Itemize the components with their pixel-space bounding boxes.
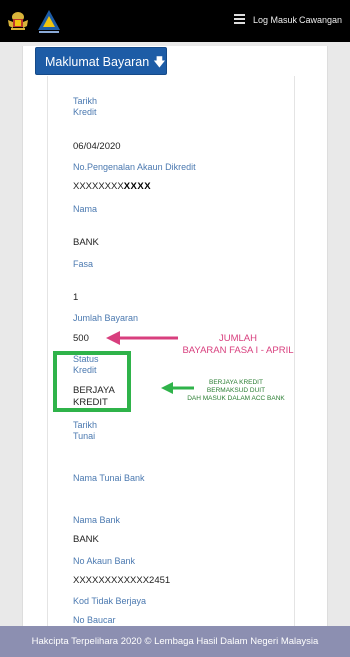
hamburger-menu-icon[interactable] xyxy=(234,14,245,24)
top-navbar: Log Masuk Cawangan xyxy=(0,0,350,42)
no-baucar-label: No Baucar xyxy=(73,615,116,625)
malaysia-crest-icon[interactable] xyxy=(7,8,29,32)
kod-tidak-berjaya-label: Kod Tidak Berjaya xyxy=(73,596,147,606)
log-masuk-link[interactable]: Log Masuk xyxy=(253,15,297,25)
tarikh-kredit-value: 06/04/2020 xyxy=(73,141,121,152)
nama-label: Nama xyxy=(73,204,98,214)
nama-bank-label: Nama Bank xyxy=(73,515,121,525)
green-annotation-text: BERJAYA KREDIT BERMAKSUD DUIT DAH MASUK … xyxy=(187,379,285,402)
nama-value: BANK xyxy=(73,237,99,248)
no-akaun-bank-label: No Akaun Bank xyxy=(73,556,136,566)
jumlah-bayaran-value: 500 xyxy=(73,333,89,344)
jumlah-bayaran-label: Jumlah Bayaran xyxy=(73,313,139,323)
no-akaun-bank-value: XXXXXXXXXXXX2451 xyxy=(73,575,171,586)
cawangan-link[interactable]: Cawangan xyxy=(299,15,342,25)
lhdn-logo-icon[interactable] xyxy=(36,8,62,34)
green-highlight-box xyxy=(53,351,131,412)
section-title: Maklumat Bayaran xyxy=(45,55,150,69)
akaun-dikredit-label: No.Pengenalan Akaun Dikredit xyxy=(73,162,196,172)
fasa-value: 1 xyxy=(73,292,79,303)
tarikh-kredit-label: Tarikh Kredit xyxy=(73,96,98,117)
maklumat-bayaran-button[interactable]: Maklumat Bayaran 🡇 xyxy=(35,47,167,75)
nama-bank-value: BANK xyxy=(73,534,99,545)
tarikh-tunai-label: Tarikh Tunai xyxy=(73,420,98,441)
arrow-down-icon: 🡇 xyxy=(153,55,166,69)
pink-annotation-text: JUMLAH BAYARAN FASA I - APRIL xyxy=(182,333,294,356)
akaun-dikredit-value: XXXXXXXXXXXX xyxy=(73,181,152,192)
fasa-label: Fasa xyxy=(73,259,94,269)
footer-copyright: Hakcipta Terpelihara 2020 © Lembaga Hasi… xyxy=(0,626,350,657)
nama-tunai-bank-label: Nama Tunai Bank xyxy=(73,473,145,483)
